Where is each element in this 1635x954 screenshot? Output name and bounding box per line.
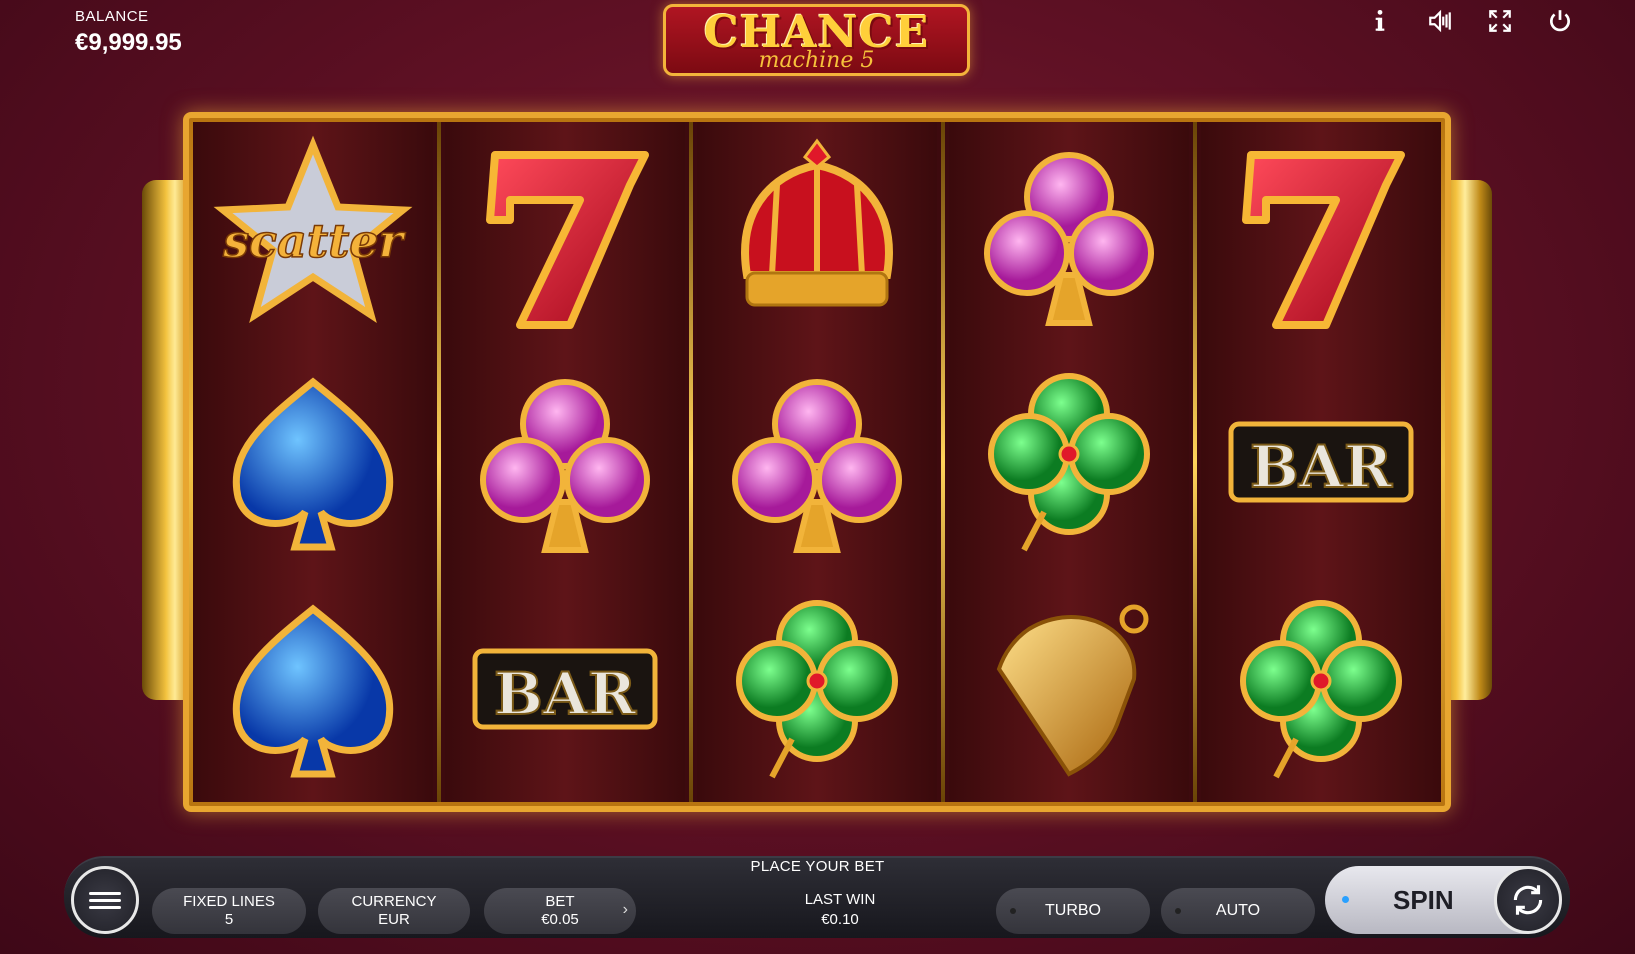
svg-text:scatter: scatter <box>222 214 406 268</box>
power-icon[interactable] <box>1545 6 1575 36</box>
bell-symbol-icon <box>964 589 1174 789</box>
hamburger-icon <box>89 888 121 913</box>
turbo-label: TURBO <box>1045 902 1101 919</box>
spade-symbol-icon <box>208 362 418 562</box>
bar-symbol-icon: BAR <box>460 589 670 789</box>
spade-symbol-icon <box>208 589 418 789</box>
auto-label: AUTO <box>1215 902 1261 919</box>
crown-symbol-icon <box>712 135 922 335</box>
fixed-lines-display: FIXED LINES 5 <box>152 888 306 934</box>
last-win-label: LAST WIN <box>804 891 876 908</box>
balance-label: BALANCE <box>75 8 149 25</box>
reel-2: 7 BAR <box>445 122 685 802</box>
scatter-symbol-icon: scatter <box>208 135 418 335</box>
reel-separator <box>1193 122 1197 802</box>
svg-text:BAR: BAR <box>494 660 637 728</box>
auto-indicator-icon <box>1175 908 1181 914</box>
balance-value: €9,999.95 <box>75 29 182 56</box>
bet-label: BET <box>545 893 575 910</box>
game-logo: CHANCE machine 5 <box>663 4 970 76</box>
turbo-indicator-icon <box>1010 908 1016 914</box>
spin-label: SPIN <box>1393 884 1454 915</box>
reels-grid: scatter 7 BAR 7 BAR <box>193 122 1441 802</box>
clover-symbol-icon <box>964 362 1174 562</box>
reel-separator <box>941 122 945 802</box>
chevron-right-icon[interactable]: › <box>623 901 628 919</box>
spin-indicator-icon <box>1342 896 1349 903</box>
seven-symbol-icon: 7 <box>1216 135 1426 335</box>
menu-button[interactable] <box>71 866 139 934</box>
last-win-display: LAST WIN €0.10 <box>778 890 902 930</box>
bet-selector[interactable]: BET €0.05 › <box>484 888 636 934</box>
currency-value: EUR <box>378 911 410 928</box>
info-icon[interactable] <box>1365 6 1395 36</box>
balance-display: BALANCE €9,999.95 <box>75 8 182 57</box>
currency-display: CURRENCY EUR <box>318 888 470 934</box>
currency-label: CURRENCY <box>351 893 437 910</box>
auto-toggle[interactable]: AUTO <box>1161 888 1315 934</box>
bar-symbol-icon: BAR <box>1216 362 1426 562</box>
clover-symbol-icon <box>1216 589 1426 789</box>
reel-separator <box>437 122 441 802</box>
fixed-lines-value: 5 <box>224 911 234 928</box>
reel-3 <box>697 122 937 802</box>
sound-icon[interactable] <box>1425 6 1455 36</box>
svg-text:BAR: BAR <box>1250 433 1393 501</box>
reel-separator <box>689 122 693 802</box>
fullscreen-icon[interactable] <box>1485 6 1515 36</box>
spin-arrows-icon[interactable] <box>1494 866 1562 934</box>
seven-symbol-icon: 7 <box>460 135 670 335</box>
reel-frame: scatter 7 BAR 7 BAR <box>183 112 1451 812</box>
reel-5: 7 BAR <box>1201 122 1441 802</box>
bet-value: €0.05 <box>541 911 579 928</box>
reel-1: scatter <box>193 122 433 802</box>
clover-symbol-icon <box>712 589 922 789</box>
fixed-lines-label: FIXED LINES <box>183 893 275 910</box>
club-symbol-icon <box>460 362 670 562</box>
reel-4 <box>949 122 1189 802</box>
club-symbol-icon <box>964 135 1174 335</box>
last-win-value: €0.10 <box>821 911 859 928</box>
club-symbol-icon <box>712 362 922 562</box>
turbo-toggle[interactable]: TURBO <box>996 888 1150 934</box>
top-icon-bar <box>1365 6 1575 36</box>
